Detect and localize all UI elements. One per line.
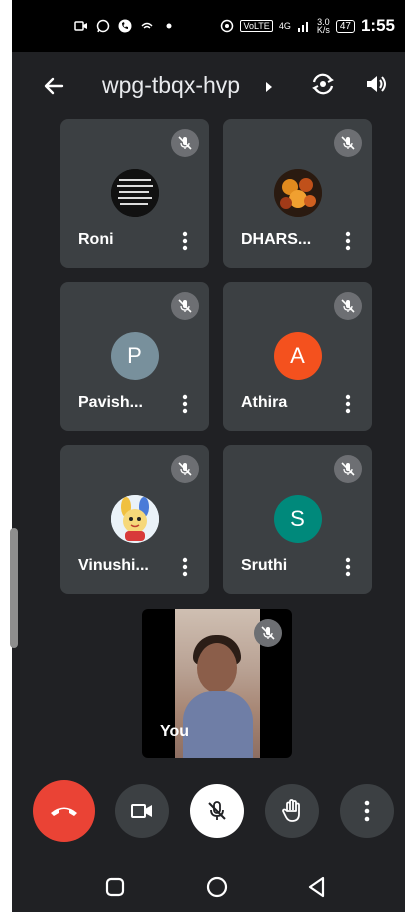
status-bar: VoLTE 4G 3.0 K/s 47 1:55 bbox=[12, 0, 405, 52]
more-vert-icon[interactable] bbox=[344, 394, 352, 414]
wifi-call-icon bbox=[140, 19, 154, 33]
participant-tile[interactable]: P Pavish... bbox=[60, 282, 209, 431]
mic-off-icon bbox=[334, 129, 362, 157]
switch-camera-icon[interactable] bbox=[309, 70, 337, 98]
speed-unit: K/s bbox=[316, 25, 330, 35]
more-vert-icon bbox=[364, 800, 370, 822]
participant-tile[interactable]: Roni bbox=[60, 119, 209, 268]
meeting-code[interactable]: wpg-tbqx-hvp bbox=[102, 72, 240, 99]
participant-name: Pavish... bbox=[78, 394, 143, 411]
recents-icon[interactable] bbox=[102, 874, 128, 900]
more-vert-icon[interactable] bbox=[344, 231, 352, 251]
volte-indicator: VoLTE bbox=[240, 20, 273, 32]
data-speed: 3.0 K/s bbox=[316, 18, 330, 35]
call-controls bbox=[12, 780, 405, 842]
more-vert-icon[interactable] bbox=[181, 394, 189, 414]
avatar-initial: A bbox=[273, 332, 322, 380]
raise-hand-button[interactable] bbox=[265, 784, 319, 838]
hotspot-icon bbox=[220, 19, 234, 33]
self-video-face bbox=[197, 643, 237, 693]
self-view-tile[interactable]: You bbox=[142, 609, 292, 758]
phone-screen: VoLTE 4G 3.0 K/s 47 1:55 wpg-tbqx-hvp Ro… bbox=[12, 0, 405, 912]
whatsapp-icon bbox=[96, 19, 110, 33]
meeting-header: wpg-tbqx-hvp bbox=[12, 64, 405, 108]
avatar-initial: P bbox=[110, 332, 159, 380]
android-nav-bar bbox=[12, 862, 405, 912]
dot-icon bbox=[162, 19, 176, 33]
avatar bbox=[110, 495, 159, 543]
participant-name: Athira bbox=[241, 394, 288, 411]
end-call-icon bbox=[51, 807, 77, 816]
more-vert-icon[interactable] bbox=[344, 557, 352, 577]
participant-name: DHARS... bbox=[241, 231, 312, 248]
back-icon[interactable] bbox=[304, 874, 330, 900]
self-label: You bbox=[160, 723, 190, 740]
more-options-button[interactable] bbox=[340, 784, 394, 838]
mic-off-icon bbox=[171, 292, 199, 320]
avatar bbox=[273, 169, 322, 217]
phone-icon bbox=[118, 19, 132, 33]
participant-tile[interactable]: S Sruthi bbox=[223, 445, 372, 594]
camera-toggle-button[interactable] bbox=[115, 784, 169, 838]
clock: 1:55 bbox=[360, 16, 395, 35]
participant-name: Vinushi... bbox=[78, 557, 149, 574]
caret-right-icon[interactable] bbox=[264, 80, 274, 92]
mic-off-icon bbox=[254, 619, 282, 647]
mic-off-icon bbox=[171, 455, 199, 483]
raise-hand-icon bbox=[282, 799, 300, 822]
battery-indicator: 47 bbox=[335, 19, 355, 33]
participant-name: Sruthi bbox=[241, 557, 288, 574]
mic-off-icon bbox=[334, 455, 362, 483]
home-icon[interactable] bbox=[204, 874, 230, 900]
avatar-initial: S bbox=[273, 495, 322, 543]
system-indicators: VoLTE 4G 3.0 K/s 47 1:55 bbox=[220, 16, 395, 36]
mic-toggle-button[interactable] bbox=[190, 784, 244, 838]
notification-icons bbox=[74, 19, 176, 33]
back-arrow-icon[interactable] bbox=[40, 72, 68, 100]
participant-tile[interactable]: A Athira bbox=[223, 282, 372, 431]
self-video-body bbox=[183, 691, 253, 758]
participant-tile[interactable]: DHARS... bbox=[223, 119, 372, 268]
signal-icon bbox=[297, 19, 311, 33]
video-call-icon bbox=[74, 19, 88, 33]
speaker-icon[interactable] bbox=[362, 70, 390, 98]
participant-name: Roni bbox=[78, 231, 114, 248]
mic-off-icon bbox=[208, 801, 226, 820]
mic-off-icon bbox=[334, 292, 362, 320]
mic-off-icon bbox=[171, 129, 199, 157]
participant-tile[interactable]: Vinushi... bbox=[60, 445, 209, 594]
avatar bbox=[110, 169, 159, 217]
network-type: 4G bbox=[278, 21, 291, 31]
end-call-button[interactable] bbox=[33, 780, 95, 842]
video-camera-icon bbox=[131, 804, 152, 818]
more-vert-icon[interactable] bbox=[181, 231, 189, 251]
edge-panel-handle[interactable] bbox=[10, 528, 18, 648]
more-vert-icon[interactable] bbox=[181, 557, 189, 577]
